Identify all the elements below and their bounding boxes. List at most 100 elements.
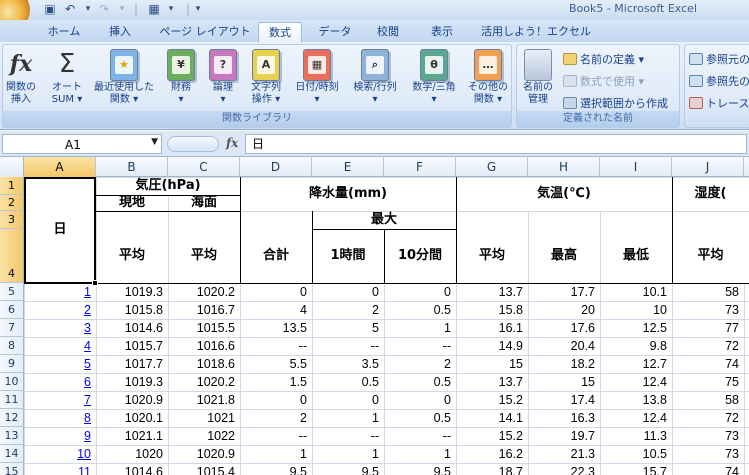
financial-button[interactable]: ¥ 財務 ▾ [163,49,199,106]
column-header-h[interactable]: H [528,157,600,177]
name-box-value: A1 [65,138,81,152]
text-functions-button[interactable]: A 文字列 操作 ▾ [245,49,287,106]
day-link[interactable]: 8 [24,409,96,427]
column-header-f[interactable]: F [384,157,456,177]
name-manager-button[interactable]: 名前の 管理 [519,49,557,106]
row-header-7[interactable]: 7 [0,319,24,337]
autosum-button[interactable]: Σ オート SUM ▾ [47,49,87,106]
column-header-b[interactable]: B [96,157,168,177]
column-header-c[interactable]: C [168,157,240,177]
row-header-4[interactable]: 4 [0,229,24,283]
column-header-g[interactable]: G [456,157,528,177]
tab-view[interactable]: 表示 [422,22,462,42]
text-book-icon: A [252,49,280,81]
math-trig-button[interactable]: θ 数学/三角 ▾ [405,49,463,106]
row-header-13[interactable]: 13 [0,427,24,445]
undo-dropdown-icon[interactable]: ▾ [80,2,96,17]
tab-data[interactable]: データ [310,22,360,42]
header-temp-low: 最低 [622,248,649,263]
save-icon[interactable]: ▣ [42,2,58,17]
row-header-9[interactable]: 9 [0,355,24,373]
row-header-11[interactable]: 11 [0,391,24,409]
header-sea: 海面 [190,195,217,210]
tab-page-layout[interactable]: ページ レイアウト [156,22,254,42]
insert-function-button[interactable]: fx 関数の 挿入 [3,49,39,106]
column-header-d[interactable]: D [240,157,312,177]
sigma-icon: Σ [58,49,76,79]
day-link[interactable]: 4 [24,337,96,355]
row-header-3[interactable]: 3 [0,211,24,229]
more-functions-button[interactable]: … その他の 関数 ▾ [465,49,511,106]
table-cell: 13.8 [642,393,667,407]
table-cell: 18.7 [498,465,523,475]
table-cell: 0 [300,285,307,299]
define-name-button[interactable]: 名前の定義 ▾ [563,51,644,69]
table-cell: 22.3 [570,465,595,475]
undo-icon[interactable]: ↶ [62,2,78,17]
tab-excel-tips[interactable]: 活用しよう！エクセル [476,22,596,42]
day-link[interactable]: 7 [24,391,96,409]
day-link[interactable]: 1 [24,283,96,301]
more-functions-label-2: 関数 ▾ [473,94,503,105]
recently-used-button[interactable]: ★ 最近使用した 関数 ▾ [89,49,159,106]
day-link[interactable]: 2 [24,301,96,319]
defined-names-group: 名前の 管理 名前の定義 ▾ 数式で使用 ▾ 選択範囲から作成 定義された名前 [516,44,680,128]
lookup-reference-button[interactable]: ⌕ 検索/行列 ▾ [347,49,403,106]
table-cell: 15.2 [498,429,523,443]
use-in-formula-icon [563,75,577,87]
insert-function-icon[interactable]: fx [226,136,238,150]
name-manager-label-2: 管理 [528,94,548,105]
date-time-button[interactable]: ▦ 日付/時刻 ▾ [289,49,345,106]
redo-icon[interactable]: ↷ [96,2,112,17]
table-icon[interactable]: ▦ [146,2,162,17]
recently-used-label-1: 最近使用した [94,82,154,93]
use-in-formula-button[interactable]: 数式で使用 ▾ [563,73,644,91]
row-header-15[interactable]: 15 [0,463,24,475]
row-header-14[interactable]: 14 [0,445,24,463]
table-cell: 13.7 [498,375,523,389]
day-link[interactable]: 6 [24,373,96,391]
trace-dependents-button[interactable]: 参照先の [689,73,749,91]
day-link[interactable]: 9 [24,427,96,445]
table-cell: 75 [725,375,739,389]
row-header-5[interactable]: 5 [0,283,24,301]
table-cell: 2 [372,303,379,317]
day-link[interactable]: 5 [24,355,96,373]
row-header-2[interactable]: 2 [0,195,24,211]
tab-home[interactable]: ホーム [42,22,86,42]
row-header-6[interactable]: 6 [0,301,24,319]
formula-bar-resize-handle[interactable] [167,136,219,152]
tab-review[interactable]: 校閲 [368,22,408,42]
column-header-a[interactable]: A [24,157,96,177]
table-cell: 0.5 [433,375,451,389]
remove-arrows-button[interactable]: トレース [689,95,749,113]
day-link[interactable]: 10 [24,445,96,463]
day-link[interactable]: 3 [24,319,96,337]
formula-input[interactable]: 日 [245,134,747,154]
day-link[interactable]: 11 [24,463,96,475]
logic-book-icon: ? [209,49,237,81]
column-header-i[interactable]: I [600,157,672,177]
row-header-8[interactable]: 8 [0,337,24,355]
table-cell: 0.5 [433,303,451,317]
trace-precedents-button[interactable]: 参照元の [689,51,749,69]
tab-formulas[interactable]: 数式 [258,22,302,42]
row-header-10[interactable]: 10 [0,373,24,391]
table-cell: 10.5 [642,447,667,461]
customize-qat-icon[interactable]: ▾ [190,2,206,17]
logical-button[interactable]: ? 論理 ▾ [205,49,241,106]
row-header-12[interactable]: 12 [0,409,24,427]
tab-insert[interactable]: 挿入 [98,22,142,42]
column-header-e[interactable]: E [312,157,384,177]
name-box-dropdown-icon[interactable]: ▼ [151,137,158,147]
table-dropdown-icon[interactable]: ▾ [163,2,179,17]
worksheet-grid[interactable]: ABCDEFGHIJ 1 2 3 4 5 6 7 8 9 10 11 12 13 14 15 日気圧(hPa… [0,157,749,475]
name-box[interactable]: A1 ▼ [2,134,162,154]
column-header-j[interactable]: J [672,157,744,177]
row-header-1[interactable]: 1 [0,177,24,195]
table-cell: 1020 [135,447,163,461]
select-all-corner[interactable] [0,157,24,177]
name-manager-icon [524,49,552,81]
table-cell: 73 [725,429,739,443]
header-precip-total: 合計 [262,248,289,263]
